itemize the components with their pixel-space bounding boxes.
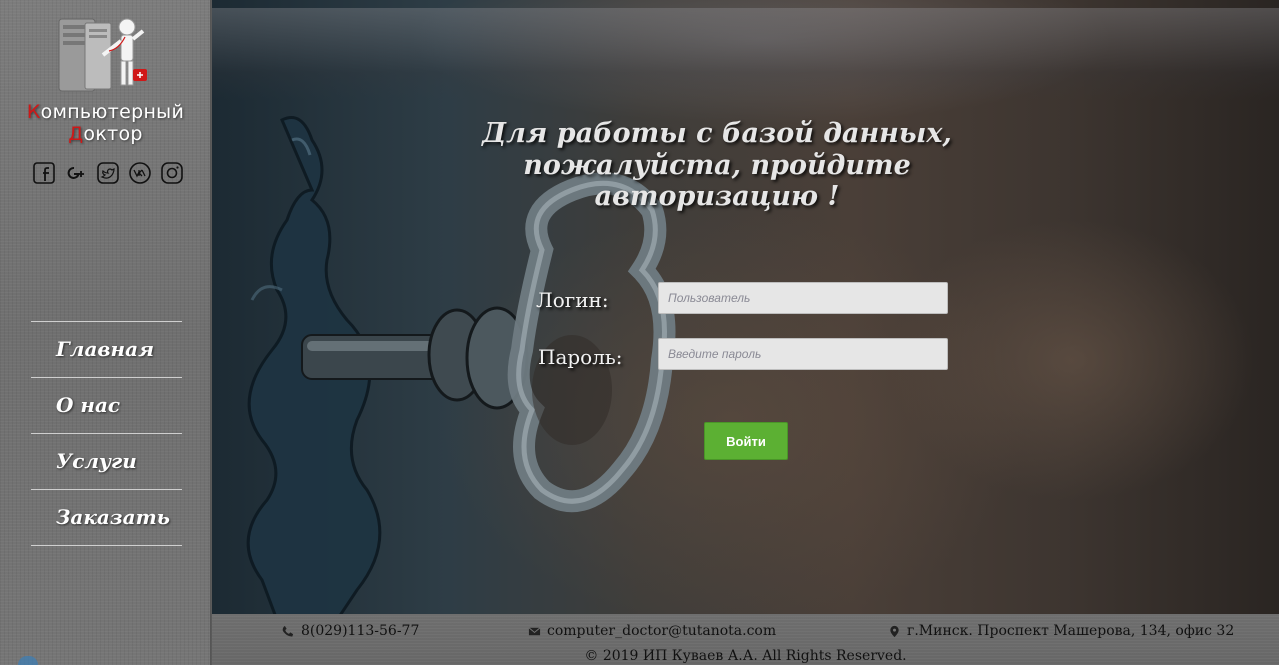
sidebar: Компьютерный Доктор Главная О нас Услуги… xyxy=(0,0,211,665)
login-label: Логин: xyxy=(536,288,609,312)
brand-word-2: октор xyxy=(83,123,143,145)
brand-word-1: омпьютерный xyxy=(40,101,185,123)
vk-icon[interactable] xyxy=(128,161,152,185)
google-plus-icon[interactable] xyxy=(64,161,88,185)
social-links xyxy=(32,161,184,185)
envelope-icon xyxy=(528,626,541,635)
logo-image[interactable] xyxy=(55,15,157,97)
corner-badge[interactable] xyxy=(18,656,38,665)
footer-email[interactable]: computer_doctor@tutanota.com xyxy=(528,623,776,639)
brand-initial-1: К xyxy=(26,101,41,123)
facebook-icon[interactable] xyxy=(32,161,56,185)
login-input[interactable] xyxy=(658,282,948,314)
main-navigation: Главная О нас Услуги Заказать xyxy=(31,321,182,546)
brand-line-1: Компьютерный xyxy=(0,101,211,123)
footer: 8(029)113-56-77 computer_doctor@tutanota… xyxy=(212,614,1279,665)
brand-line-2: Доктор xyxy=(0,123,211,145)
map-pin-icon xyxy=(890,625,899,637)
password-input[interactable] xyxy=(658,338,948,370)
login-hero: Для работы с базой данных, пожалуйста, п… xyxy=(212,0,1279,614)
brand-initial-2: Д xyxy=(68,123,84,145)
password-label: Пароль: xyxy=(538,345,623,369)
copyright-text: © 2019 ИП Куваев А.А. All Rights Reserve… xyxy=(584,648,907,664)
twitter-icon[interactable] xyxy=(96,161,120,185)
nav-item-about[interactable]: О нас xyxy=(31,378,182,434)
auth-heading-line-1: Для работы с базой данных, xyxy=(482,118,952,149)
instagram-icon[interactable] xyxy=(160,161,184,185)
footer-phone[interactable]: 8(029)113-56-77 xyxy=(282,623,419,639)
address-text: г.Минск. Проспект Машерова, 134, офис 32 xyxy=(907,623,1235,639)
phone-icon xyxy=(282,625,294,637)
nav-item-home[interactable]: Главная xyxy=(31,322,182,378)
footer-address[interactable]: г.Минск. Проспект Машерова, 134, офис 32 xyxy=(888,623,1234,639)
phone-number: 8(029)113-56-77 xyxy=(301,623,420,639)
login-button[interactable]: Войти xyxy=(704,422,788,460)
email-address: computer_doctor@tutanota.com xyxy=(547,623,777,639)
nav-item-services[interactable]: Услуги xyxy=(31,434,182,490)
nav-item-order[interactable]: Заказать xyxy=(31,490,182,546)
auth-heading-line-2: пожалуйста, пройдите авторизацию ! xyxy=(523,150,911,212)
